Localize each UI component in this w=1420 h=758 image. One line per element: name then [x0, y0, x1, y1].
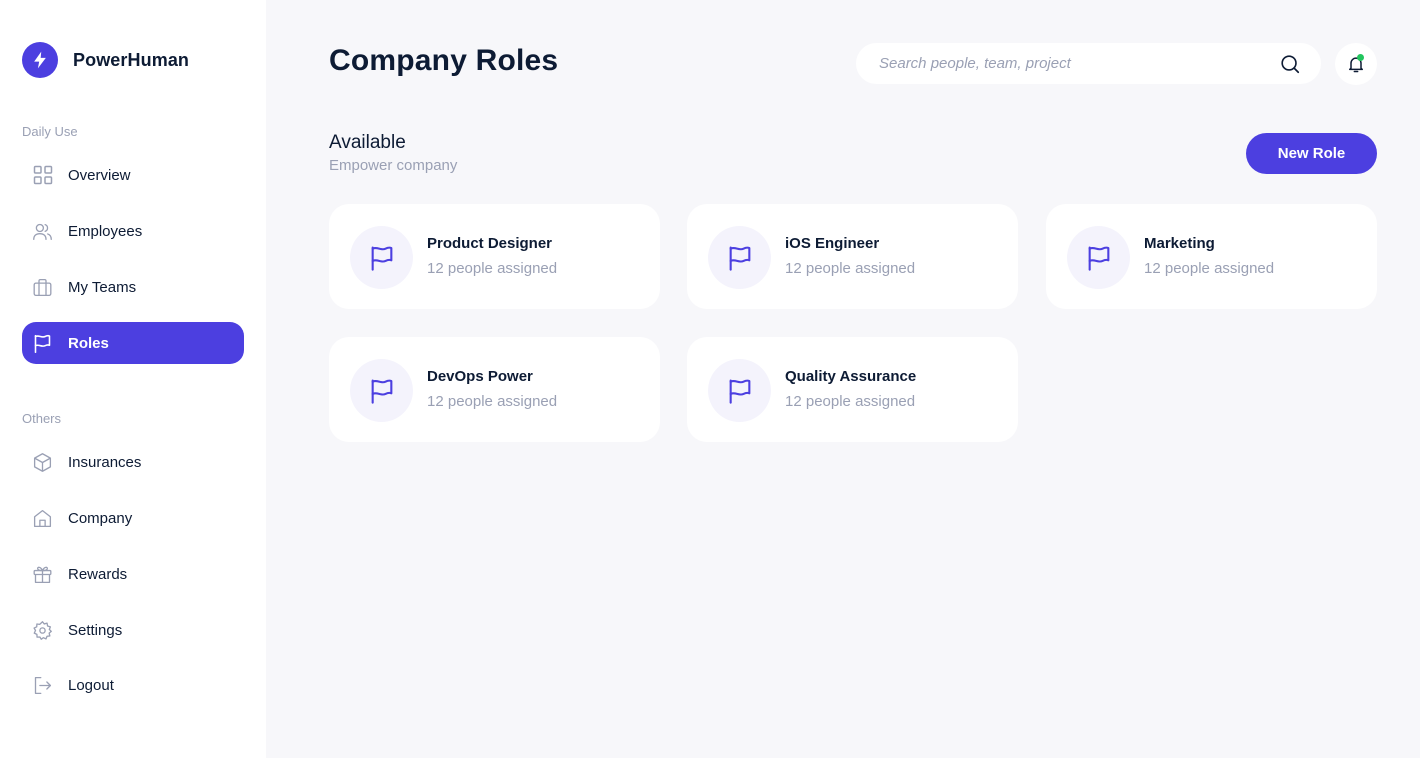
new-role-button[interactable]: New Role — [1246, 133, 1377, 174]
sidebar-item-label: Logout — [68, 676, 114, 694]
role-card-devops-power[interactable]: DevOps Power 12 people assigned — [329, 337, 660, 442]
sidebar-item-label: My Teams — [68, 278, 137, 296]
sidebar-item-overview[interactable]: Overview — [22, 154, 244, 196]
lightning-bolt-icon — [22, 42, 58, 78]
role-assigned-count: 12 people assigned — [427, 393, 558, 410]
sidebar-item-insurances[interactable]: Insurances — [22, 441, 244, 483]
sidebar-item-settings[interactable]: Settings — [22, 609, 244, 651]
sidebar-item-label: Roles — [68, 334, 109, 352]
flag-icon — [708, 359, 771, 422]
sidebar-item-rewards[interactable]: Rewards — [22, 553, 244, 595]
section-label-others: Others — [22, 411, 62, 426]
sidebar-item-label: Insurances — [68, 453, 142, 471]
sidebar-item-label: Employees — [68, 222, 143, 240]
home-icon — [32, 508, 53, 529]
search-icon[interactable] — [1279, 53, 1301, 75]
role-name: Marketing — [1144, 235, 1215, 252]
sidebar-item-label: Rewards — [68, 565, 128, 583]
section-subtitle: Empower company — [329, 157, 458, 174]
role-assigned-count: 12 people assigned — [427, 260, 558, 277]
section-title: Available — [329, 132, 406, 153]
role-name: iOS Engineer — [785, 235, 880, 252]
role-card-product-designer[interactable]: Product Designer 12 people assigned — [329, 204, 660, 309]
briefcase-icon — [32, 277, 53, 298]
brand[interactable]: PowerHuman — [22, 42, 189, 78]
sidebar-item-label: Company — [68, 509, 133, 527]
page-title: Company Roles — [329, 44, 559, 77]
role-card-quality-assurance[interactable]: Quality Assurance 12 people assigned — [687, 337, 1018, 442]
role-name: DevOps Power — [427, 368, 533, 385]
search-bar — [856, 43, 1321, 84]
brand-name: PowerHuman — [73, 49, 190, 70]
role-card-marketing[interactable]: Marketing 12 people assigned — [1046, 204, 1377, 309]
role-name: Product Designer — [427, 235, 553, 252]
role-card-ios-engineer[interactable]: iOS Engineer 12 people assigned — [687, 204, 1018, 309]
sidebar-item-my-teams[interactable]: My Teams — [22, 266, 244, 308]
role-assigned-count: 12 people assigned — [1144, 260, 1275, 277]
sidebar-item-company[interactable]: Company — [22, 497, 244, 539]
logout-icon — [32, 675, 53, 696]
flag-icon — [1067, 226, 1130, 289]
notification-button[interactable] — [1335, 43, 1377, 85]
sidebar-item-roles[interactable]: Roles — [22, 322, 244, 364]
box-icon — [32, 452, 53, 473]
role-assigned-count: 12 people assigned — [785, 260, 916, 277]
sidebar-item-logout[interactable]: Logout — [22, 664, 244, 706]
flag-icon — [708, 226, 771, 289]
sidebar-item-label: Overview — [68, 166, 131, 184]
role-assigned-count: 12 people assigned — [785, 393, 916, 410]
gear-icon — [32, 620, 53, 641]
grid-icon — [32, 165, 53, 186]
notification-dot — [1357, 54, 1364, 61]
flag-icon — [350, 226, 413, 289]
sidebar: PowerHuman Daily Use Overview Employees … — [0, 0, 266, 758]
flag-icon — [32, 333, 53, 354]
search-input[interactable] — [879, 55, 1259, 72]
sidebar-item-label: Settings — [68, 621, 123, 639]
sidebar-item-employees[interactable]: Employees — [22, 210, 244, 252]
users-icon — [32, 221, 53, 242]
section-label-daily-use: Daily Use — [22, 124, 78, 139]
flag-icon — [350, 359, 413, 422]
gift-icon — [32, 564, 53, 585]
role-name: Quality Assurance — [785, 368, 917, 385]
